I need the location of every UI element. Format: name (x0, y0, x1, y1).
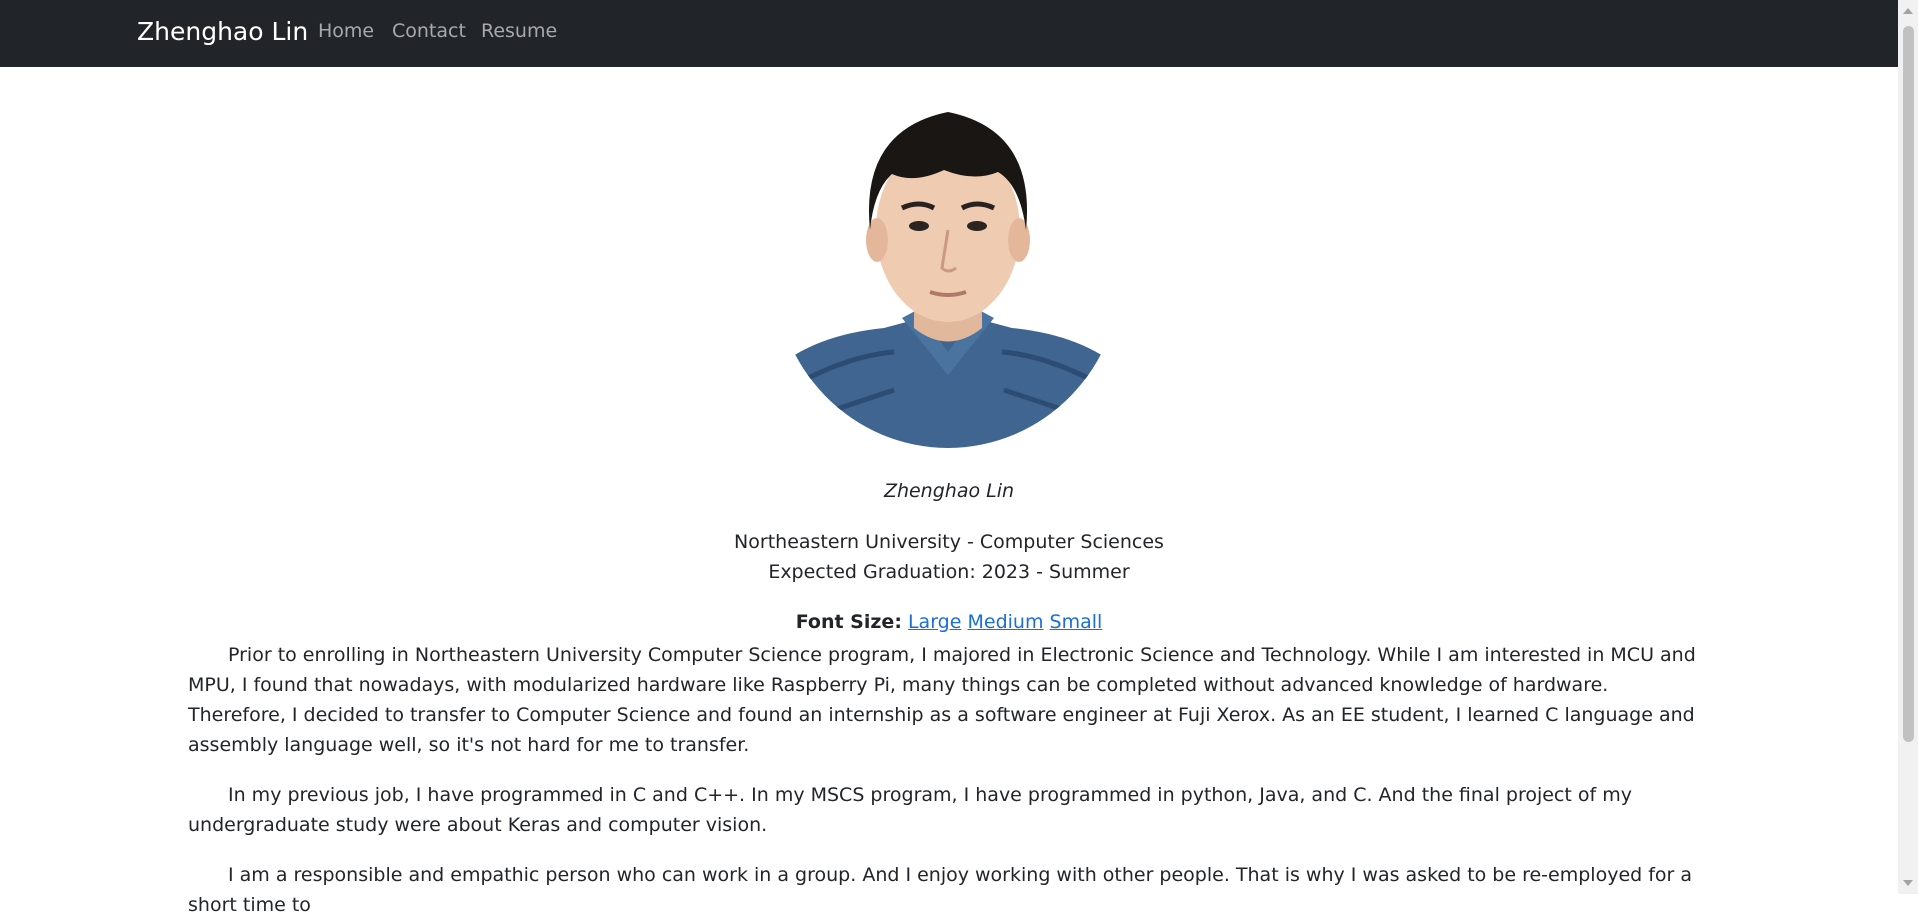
profile-name: Zhenghao Lin (883, 480, 1015, 502)
brand-link[interactable]: Zhenghao Lin (137, 17, 308, 46)
navbar: Zhenghao Lin Home Contact Resume (0, 0, 1898, 67)
font-size-medium-link[interactable]: Medium (967, 611, 1043, 633)
bio-paragraph-3: I am a responsible and empathic person w… (188, 864, 1693, 916)
scroll-up-icon[interactable] (1903, 8, 1913, 14)
nav-link-contact[interactable]: Contact (392, 20, 466, 42)
profile-graduation: Expected Graduation: 2023 - Summer (768, 561, 1130, 583)
nav-link-home[interactable]: Home (318, 20, 374, 42)
bio-paragraph-1: Prior to enrolling in Northeastern Unive… (188, 644, 1696, 756)
font-size-large-link[interactable]: Large (908, 611, 961, 633)
profile-university: Northeastern University - Computer Scien… (734, 531, 1164, 553)
font-size-controls: Font Size: Large Medium Small (0, 611, 1898, 633)
profile-photo (774, 90, 1122, 448)
scroll-down-icon[interactable] (1903, 880, 1913, 886)
vertical-scrollbar[interactable] (1898, 0, 1918, 894)
font-size-small-link[interactable]: Small (1050, 611, 1103, 633)
font-size-label: Font Size: (795, 611, 902, 633)
nav-link-resume[interactable]: Resume (481, 20, 557, 42)
bio-paragraph-2: In my previous job, I have programmed in… (188, 784, 1632, 836)
scrollbar-thumb[interactable] (1903, 26, 1914, 742)
